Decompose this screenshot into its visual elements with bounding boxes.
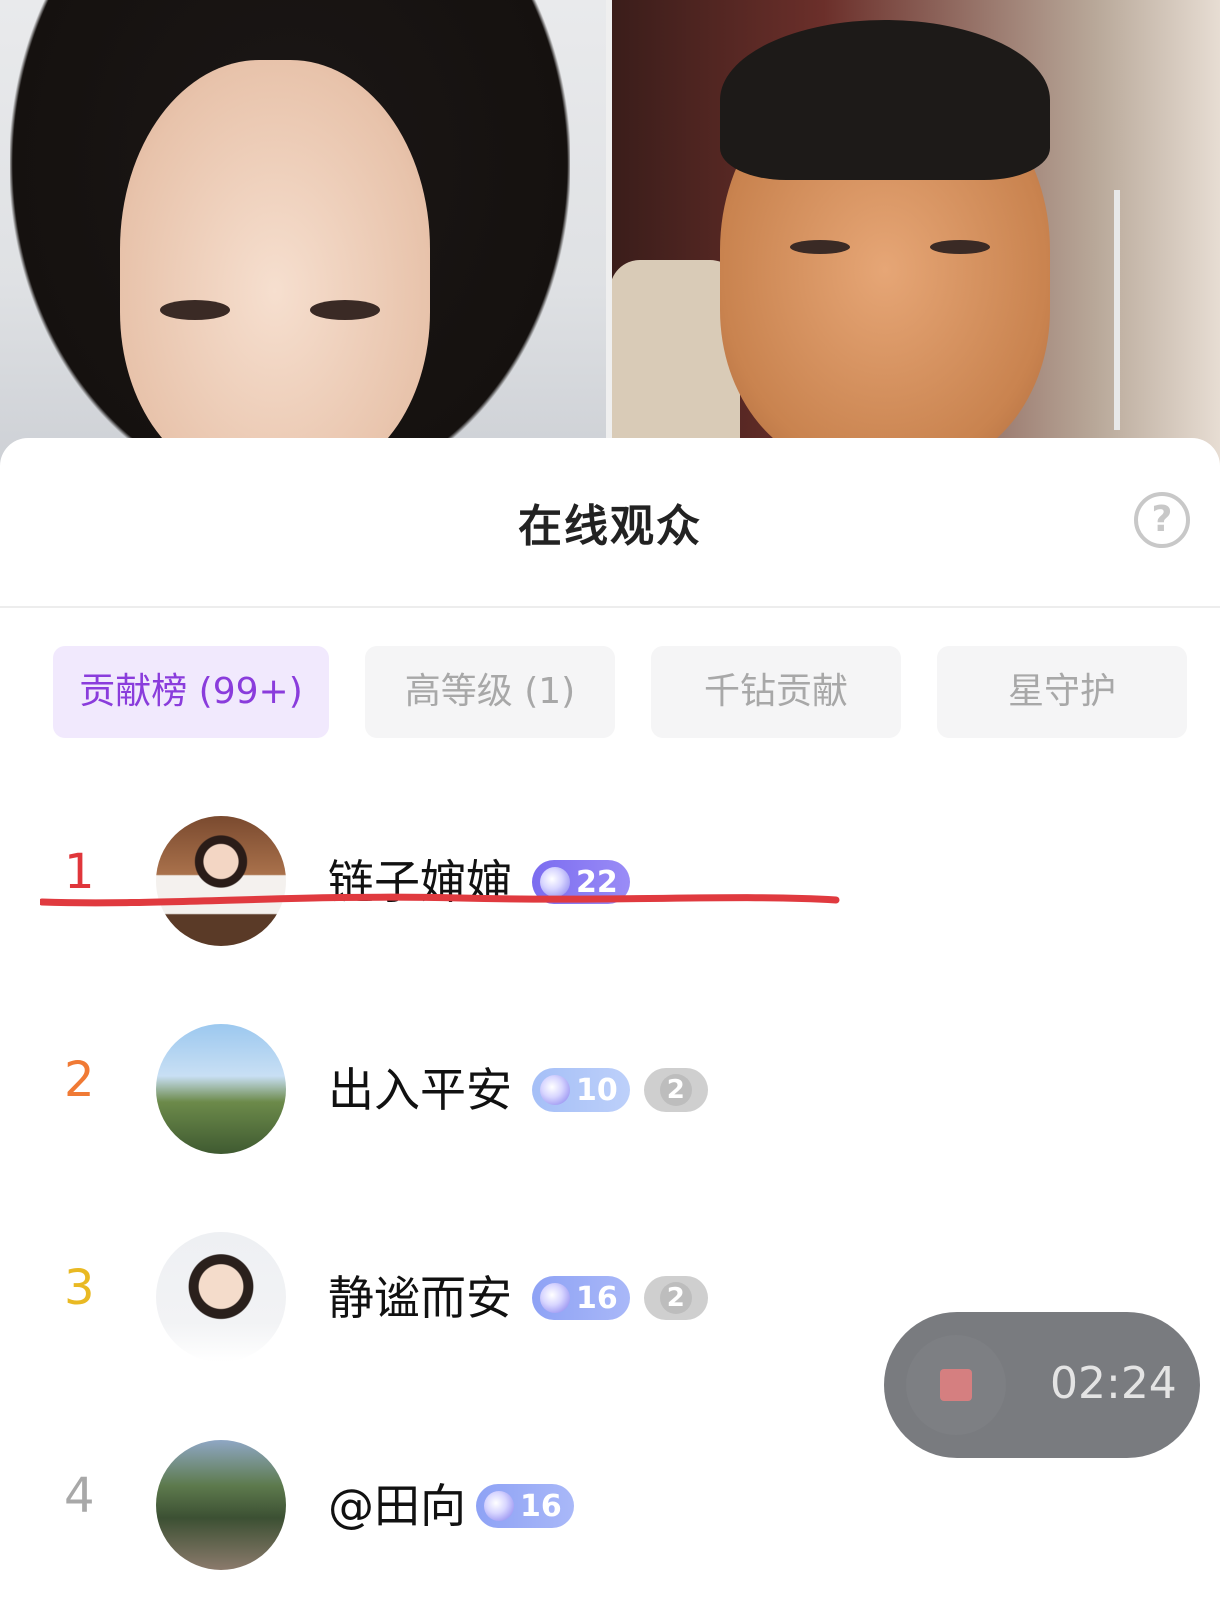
stop-icon[interactable] <box>906 1335 1006 1435</box>
badge-group: 16 2 <box>532 1276 708 1320</box>
avatar[interactable] <box>156 1024 286 1154</box>
recording-indicator: 02:24 <box>884 1312 1200 1458</box>
fan-club-badge: 2 <box>643 1276 708 1320</box>
username: @田向 <box>328 1479 466 1533</box>
level-badge: 16 <box>532 1276 630 1320</box>
help-icon[interactable]: ? <box>1134 492 1190 548</box>
rank-number: 4 <box>64 1468 95 1524</box>
panel-header: 在线观众 ? <box>0 438 1220 608</box>
badge-group: 10 2 <box>532 1068 708 1112</box>
viewer-row[interactable]: 2 出入平安 10 2 <box>0 1024 1220 1154</box>
video-feed-left <box>0 0 610 470</box>
person-face <box>120 60 430 470</box>
level-badge: 10 <box>532 1068 630 1112</box>
badge-group: 16 <box>476 1484 574 1528</box>
tab-star-guard[interactable]: 星守护 <box>937 646 1187 738</box>
rank-number: 3 <box>64 1260 95 1316</box>
fan-level: 2 <box>659 1282 692 1314</box>
avatar[interactable] <box>156 1440 286 1570</box>
panel-title: 在线观众 <box>518 501 702 552</box>
viewer-row[interactable]: 4 @田向 16 <box>0 1440 1220 1570</box>
video-divider <box>606 0 612 470</box>
gem-icon <box>484 1491 514 1521</box>
video-feed-right <box>610 0 1220 470</box>
tab-bar: 贡献榜 (99+) 高等级 (1) 千钻贡献 星守护 <box>53 646 1220 738</box>
level-value: 16 <box>576 1280 618 1316</box>
avatar[interactable] <box>156 1232 286 1362</box>
tab-high-level[interactable]: 高等级 (1) <box>365 646 615 738</box>
person-hair <box>720 20 1050 180</box>
viewer-row[interactable]: 1 链子婶婶 22 <box>0 816 1220 946</box>
coat-hook <box>1114 190 1180 430</box>
fan-club-badge: 2 <box>643 1068 708 1112</box>
username: 出入平安 <box>328 1063 512 1117</box>
username: 静谧而安 <box>328 1271 512 1325</box>
level-value: 16 <box>520 1488 562 1524</box>
recording-timer: 02:24 <box>1050 1358 1177 1409</box>
red-underline-annotation <box>40 893 840 907</box>
rank-number: 2 <box>64 1052 95 1108</box>
gem-icon <box>540 1075 570 1105</box>
avatar[interactable] <box>156 816 286 946</box>
fan-level: 2 <box>659 1074 692 1106</box>
tab-diamond-contribution[interactable]: 千钻贡献 <box>651 646 901 738</box>
level-badge: 16 <box>476 1484 574 1528</box>
level-value: 10 <box>576 1072 618 1108</box>
gem-icon <box>540 1283 570 1313</box>
tab-contribution[interactable]: 贡献榜 (99+) <box>53 646 329 738</box>
